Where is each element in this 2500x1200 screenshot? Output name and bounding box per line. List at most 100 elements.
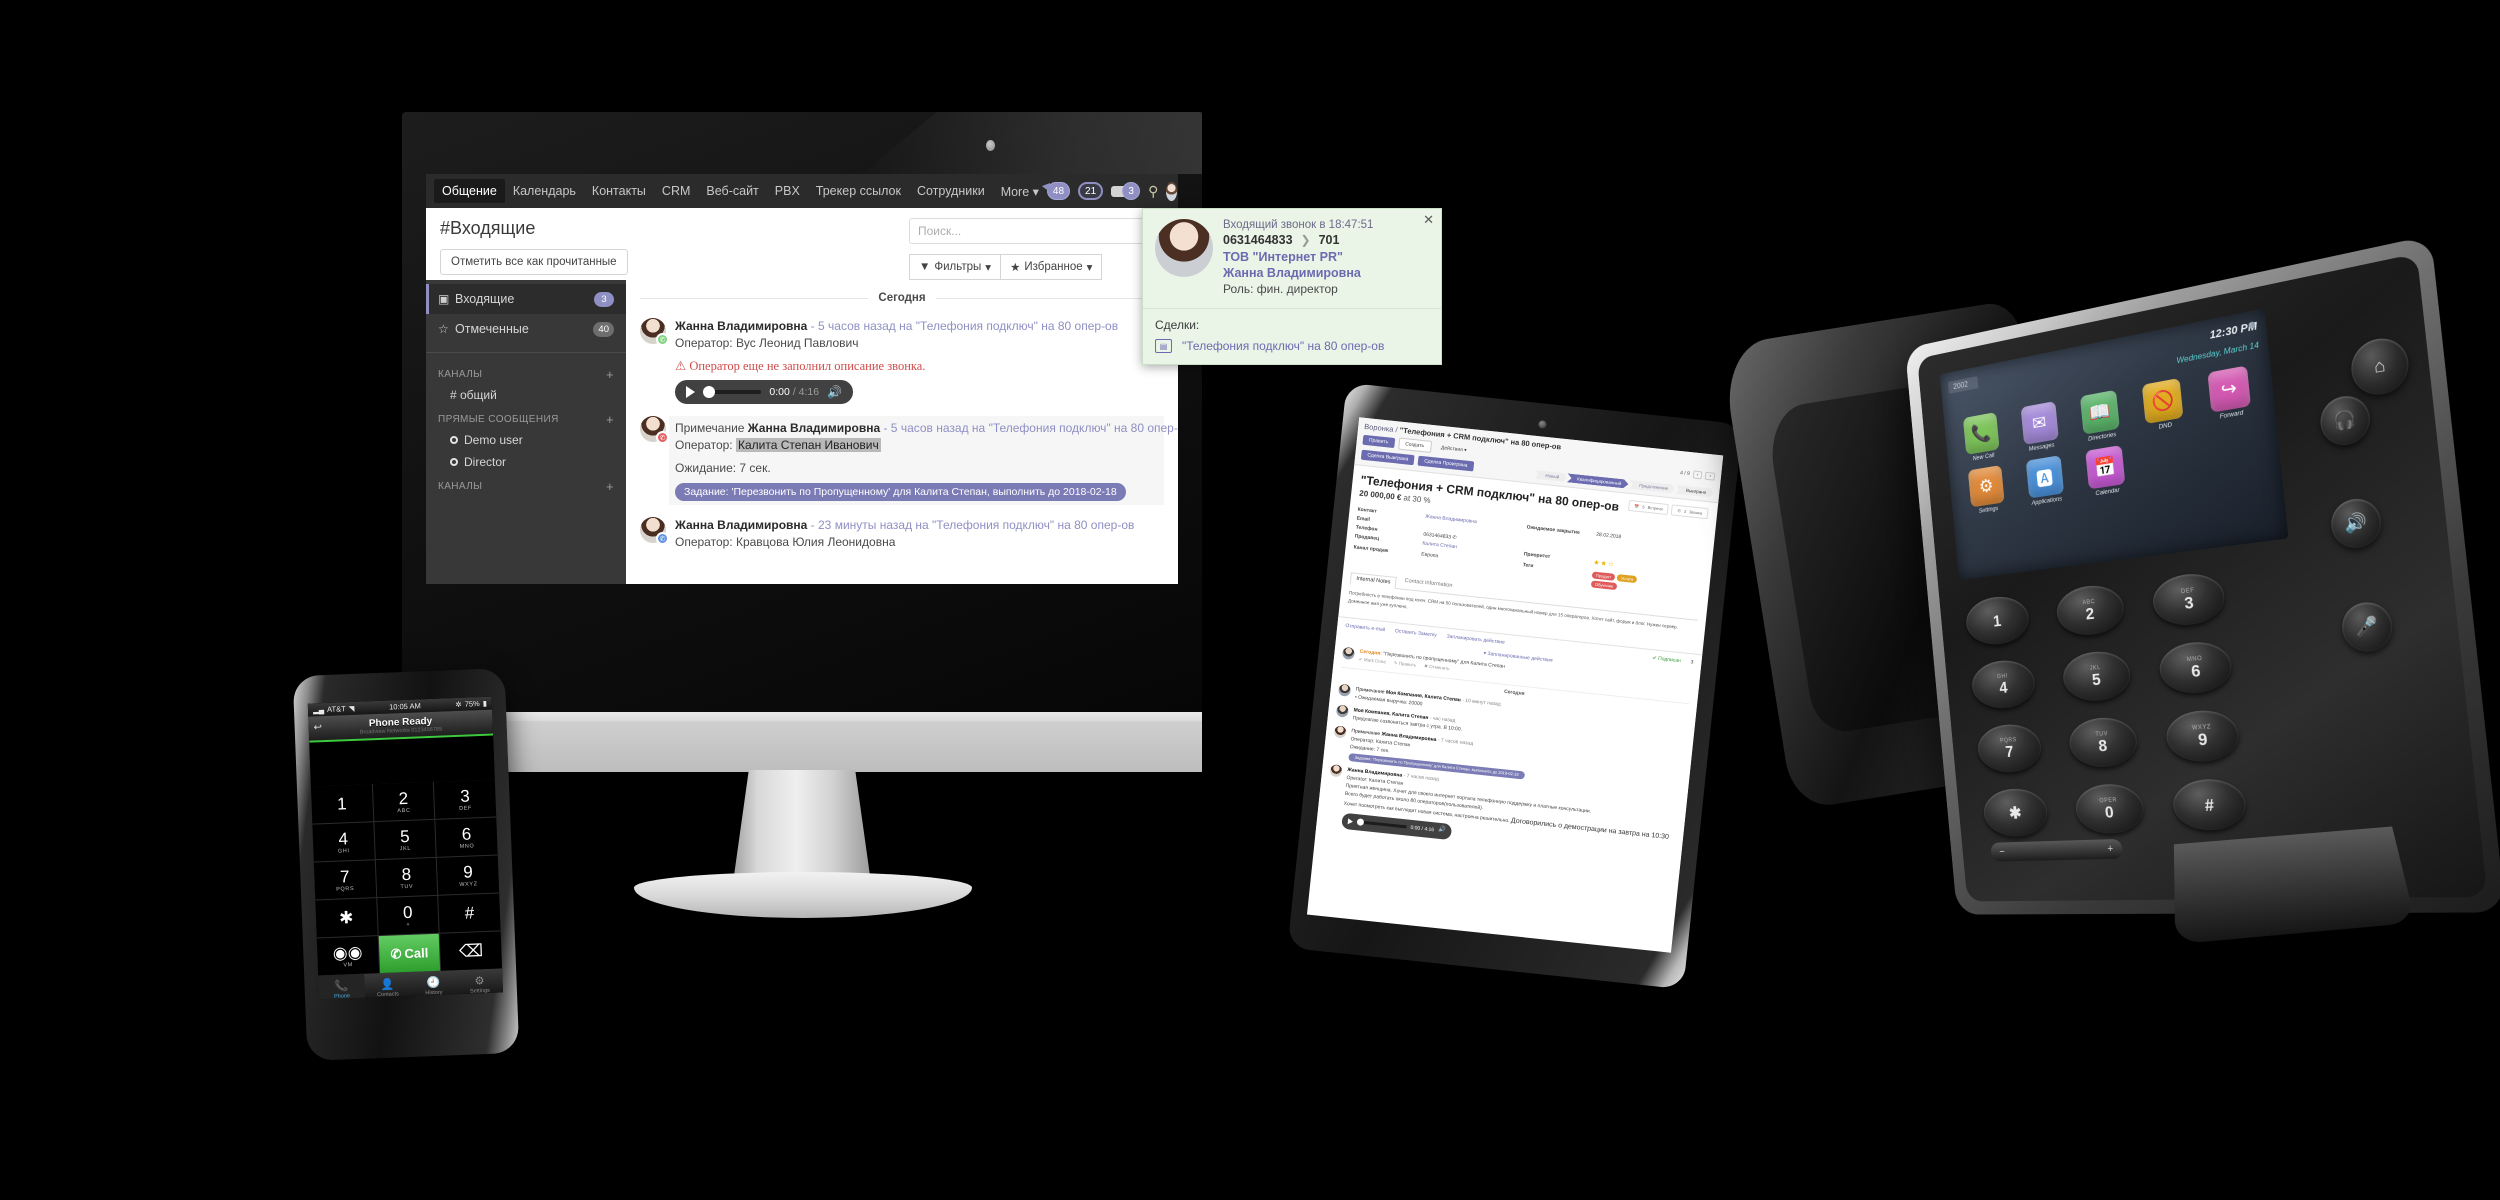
key-hash[interactable]: # xyxy=(438,893,501,933)
nav-tab-contacts[interactable]: Контакты xyxy=(584,179,654,203)
tab-contacts[interactable]: 👤 Contacts xyxy=(364,972,411,1000)
search-input[interactable]: Поиск... xyxy=(909,218,1164,244)
key-1[interactable]: 1 xyxy=(310,784,373,824)
key-3[interactable]: DEF 3 xyxy=(2151,570,2228,629)
key-3[interactable]: 3 DEF xyxy=(434,779,497,819)
edit-button[interactable]: Править xyxy=(1362,434,1395,449)
filters-button[interactable]: ▼ Фильтры ▾ xyxy=(909,254,1002,280)
tab-contact-information[interactable]: Contact Information xyxy=(1404,578,1452,591)
voicemail-button[interactable]: ◉◉ VM xyxy=(316,936,379,976)
tab-phone[interactable]: 📞 Phone xyxy=(318,973,366,1000)
app-dnd[interactable]: 🚫 DND xyxy=(2132,376,2196,435)
stage-proposition[interactable]: Предложение xyxy=(1629,480,1676,494)
key-star[interactable]: ✱ xyxy=(315,898,378,938)
messages-badge[interactable]: 21 xyxy=(1078,182,1104,200)
prev-page-button[interactable]: ‹ xyxy=(1692,470,1703,480)
tab-internal-notes[interactable]: Internal Notes xyxy=(1349,572,1397,590)
calls-badge[interactable]: 48 xyxy=(1041,182,1071,200)
backspace-button[interactable]: ⌫ xyxy=(440,931,503,971)
caller-company[interactable]: ТОВ "Интернет PR" xyxy=(1223,250,1429,264)
favorites-button[interactable]: ★ Избранное ▾ xyxy=(1001,254,1103,280)
key-2[interactable]: ABC 2 xyxy=(2054,582,2126,638)
actions-dropdown[interactable]: Действия ▾ xyxy=(1434,441,1473,457)
tag-service[interactable]: Услуга xyxy=(1616,574,1638,584)
sidebar-item-channel[interactable]: # общий xyxy=(426,384,626,406)
key-9[interactable]: 9 WXYZ xyxy=(437,855,500,895)
log-note-button[interactable]: Оставить Заметку xyxy=(1395,628,1437,638)
progress-track[interactable] xyxy=(1356,818,1407,829)
create-button[interactable]: Создать xyxy=(1397,437,1432,453)
key-2[interactable]: 2 ABC xyxy=(372,781,435,822)
volume-icon[interactable]: 🔊 xyxy=(1437,826,1446,836)
nav-tab-link-tracker[interactable]: Трекер ссылок xyxy=(808,179,909,203)
stage-new[interactable]: Новый xyxy=(1535,470,1567,482)
stage-won[interactable]: Выиграно xyxy=(1676,485,1714,498)
deal-row[interactable]: ▤ "Телефония подключ" на 80 опер-ов xyxy=(1155,339,1429,353)
volume-down-icon[interactable]: − xyxy=(1999,846,2005,857)
volume-up-icon[interactable]: + xyxy=(2107,843,2114,855)
app-directories[interactable]: 📖 Directories xyxy=(2070,388,2131,445)
app-forward[interactable]: ↪ Forward xyxy=(2196,363,2263,423)
nav-tab-crm[interactable]: CRM xyxy=(654,179,698,203)
stage-qualified[interactable]: Квалифицированный xyxy=(1567,473,1629,488)
tag-training[interactable]: Обучение xyxy=(1590,580,1618,591)
headset-button[interactable]: 🎧 xyxy=(2318,392,2373,449)
mute-button[interactable]: 🎤 xyxy=(2339,600,2395,654)
nav-tab-discuss[interactable]: Общение xyxy=(434,179,505,203)
next-page-button[interactable]: › xyxy=(1704,471,1716,481)
nav-tab-calendar[interactable]: Календарь xyxy=(505,179,584,203)
key-star[interactable]: ✱ xyxy=(1981,787,2050,838)
subscribe-toggle[interactable]: ✔ Подписан xyxy=(1652,655,1681,664)
key-1[interactable]: 1 xyxy=(1964,593,2031,648)
key-5[interactable]: 5 JKL xyxy=(374,819,437,860)
key-8[interactable]: TUV 8 xyxy=(2067,715,2139,769)
incoming-call-popup[interactable]: ✕ Входящий звонок в 18:47:51 0631464833 … xyxy=(1142,208,1442,365)
avatar[interactable] xyxy=(1166,181,1178,201)
audio-player[interactable]: 0:00 / 4:16 🔊 xyxy=(675,380,853,404)
sidebar-item-starred[interactable]: ☆ Отмеченные 40 xyxy=(426,314,626,344)
call-button[interactable]: ✆ Call xyxy=(378,933,441,974)
deskphone-screen[interactable]: 2002 12:30 PM Wednesday, March 14 ☻ 📞 New… xyxy=(1939,308,2289,581)
add-channel-button-2[interactable]: + xyxy=(606,479,614,494)
key-0[interactable]: OPER 0 xyxy=(2073,782,2146,835)
key-9[interactable]: WXYZ 9 xyxy=(2164,708,2242,764)
mark-all-read-button[interactable]: Отметить все как прочитанные xyxy=(440,249,628,275)
mark-lost-button[interactable]: Сделка Проиграна xyxy=(1417,455,1474,472)
app-applications[interactable]: 🅰 Applications xyxy=(2016,454,2075,509)
key-0[interactable]: 0 + xyxy=(376,895,439,936)
mark-done-button[interactable]: ✔ Mark Done xyxy=(1359,656,1386,665)
edit-activity-button[interactable]: ✎ Править xyxy=(1393,660,1417,668)
add-channel-button[interactable]: + xyxy=(606,367,614,382)
key-5[interactable]: JKL 5 xyxy=(2060,648,2133,704)
caller-contact[interactable]: Жанна Владимировна xyxy=(1223,266,1429,280)
mark-won-button[interactable]: Сделка Выиграна xyxy=(1360,449,1415,466)
breadcrumb-root[interactable]: Воронка xyxy=(1364,422,1394,434)
speaker-button[interactable]: 🔊 xyxy=(2328,495,2384,551)
nav-tab-pbx[interactable]: PBX xyxy=(767,179,808,203)
volume-icon[interactable]: 🔊 xyxy=(827,385,842,399)
app-new-call[interactable]: 📞 New Call xyxy=(1954,410,2010,464)
key-7[interactable]: 7 PQRS xyxy=(313,860,376,900)
key-8[interactable]: 8 TUV xyxy=(375,857,438,898)
key-7[interactable]: PQRS 7 xyxy=(1975,722,2044,774)
app-messages[interactable]: ✉ Messages xyxy=(2011,399,2069,455)
nav-tab-more[interactable]: More ▾ xyxy=(993,179,1047,204)
followers-count[interactable]: 3 xyxy=(1690,659,1693,665)
dial-display[interactable] xyxy=(309,735,495,787)
progress-knob[interactable] xyxy=(703,386,715,398)
key-hash[interactable]: # xyxy=(2171,777,2249,832)
sidebar-item-inbox[interactable]: ▣ Входящие 3 xyxy=(426,284,626,314)
app-settings[interactable]: ⚙ Settings xyxy=(1959,463,2015,517)
sidebar-item-dm-director[interactable]: Director xyxy=(426,451,626,473)
close-icon[interactable]: ✕ xyxy=(1423,212,1434,228)
progress-knob[interactable] xyxy=(1356,818,1365,827)
send-email-button[interactable]: Отправить e-mail xyxy=(1345,623,1385,633)
cancel-activity-button[interactable]: ✖ Отменить xyxy=(1424,663,1450,672)
progress-track[interactable] xyxy=(703,386,762,398)
schedule-activity-button[interactable]: Запланировать действие xyxy=(1446,633,1505,645)
volume-rocker[interactable]: − + xyxy=(1990,838,2124,862)
key-6[interactable]: 6 MNO xyxy=(435,817,498,857)
play-icon[interactable] xyxy=(686,386,695,398)
task-badge[interactable]: Задание: 'Перезвонить по Пропущенному' д… xyxy=(675,483,1126,501)
play-icon[interactable] xyxy=(1347,818,1354,825)
